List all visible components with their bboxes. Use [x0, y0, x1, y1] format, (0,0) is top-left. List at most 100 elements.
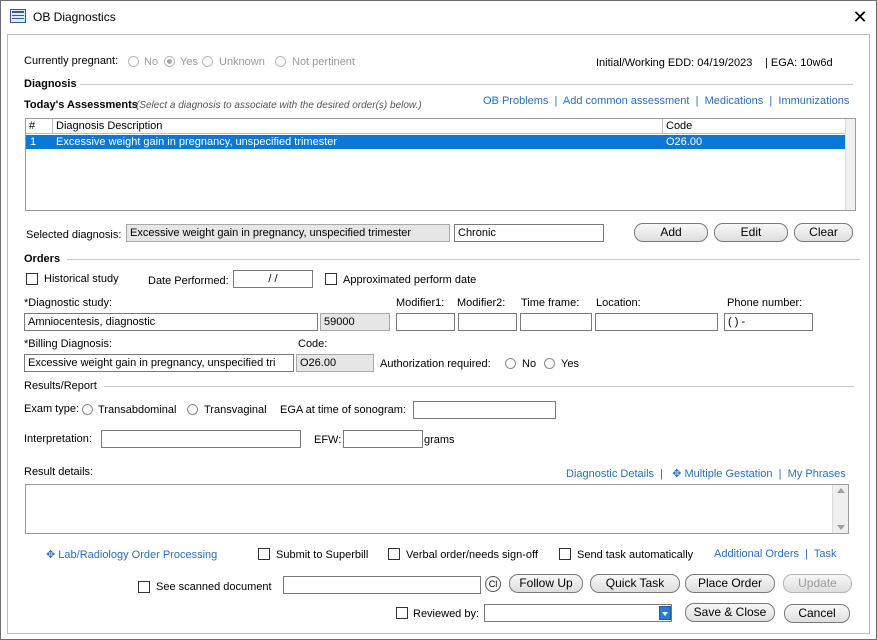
place-order-button[interactable]: Place Order: [685, 574, 775, 593]
results-divider: [104, 386, 854, 387]
verbal-order-label: Verbal order/needs sign-off: [406, 549, 538, 561]
time-frame-field[interactable]: [520, 313, 592, 331]
phone-number-field[interactable]: ( ) -: [724, 313, 813, 331]
time-frame-label: Time frame:: [521, 297, 580, 309]
row-description: Excessive weight gain in pregnancy, unsp…: [56, 136, 338, 148]
close-icon[interactable]: ✕: [848, 6, 872, 28]
auth-yes-radio[interactable]: [544, 358, 555, 369]
reviewed-by-dropdown[interactable]: [484, 604, 672, 622]
location-field[interactable]: [595, 313, 718, 331]
table-scrollbar[interactable]: [845, 119, 855, 210]
footer-links: Additional Orders | Task: [714, 548, 837, 560]
result-details-textarea[interactable]: [25, 484, 849, 534]
orders-divider: [67, 259, 860, 260]
save-close-button[interactable]: Save & Close: [685, 603, 775, 622]
historical-study-label: Historical study: [44, 273, 119, 285]
my-phrases-link[interactable]: My Phrases: [788, 468, 846, 480]
pregnant-unknown-radio[interactable]: [202, 56, 213, 67]
auth-no-label: No: [522, 358, 537, 370]
additional-orders-link[interactable]: Additional Orders: [714, 548, 799, 560]
col-header-number[interactable]: #: [26, 119, 53, 134]
cpt-code-field: 59000: [320, 313, 390, 331]
diagnostic-study-field[interactable]: Amniocentesis, diagnostic: [24, 313, 318, 331]
transabdominal-radio[interactable]: [82, 404, 93, 415]
content-frame: Currently pregnant: No Yes Unknown Not p…: [7, 34, 870, 634]
lab-radiology-link[interactable]: Lab/Radiology Order Processing: [58, 549, 217, 561]
row-number: 1: [30, 136, 37, 148]
clear-button[interactable]: Clear: [794, 223, 853, 242]
scroll-up-icon[interactable]: [837, 488, 845, 493]
cancel-button[interactable]: Cancel: [784, 604, 850, 623]
efw-label: EFW:: [314, 434, 342, 446]
modifier2-field[interactable]: [458, 313, 517, 331]
add-button[interactable]: Add: [634, 223, 708, 242]
immunizations-link[interactable]: Immunizations: [778, 95, 849, 107]
ob-problems-link[interactable]: OB Problems: [483, 95, 548, 107]
diagnostic-details-link[interactable]: Diagnostic Details: [566, 468, 654, 480]
pregnant-unknown-label: Unknown: [219, 56, 265, 68]
modifier1-field[interactable]: [396, 313, 455, 331]
result-details-label: Result details:: [24, 466, 94, 478]
pregnant-not-pertinent-radio[interactable]: [275, 56, 286, 67]
reviewed-by-label: Reviewed by:: [413, 608, 480, 620]
update-button[interactable]: Update: [783, 574, 852, 593]
billing-diagnosis-label: *Billing Diagnosis:: [24, 338, 113, 350]
window-icon: [10, 9, 26, 23]
medications-link[interactable]: Medications: [705, 95, 764, 107]
window-title: OB Diagnostics: [33, 10, 116, 24]
transabdominal-label: Transabdominal: [98, 404, 177, 416]
authorization-label: Authorization required:: [380, 358, 491, 370]
submit-superbill-checkbox[interactable]: [258, 548, 270, 560]
scanned-document-field[interactable]: [283, 576, 481, 594]
result-links: Diagnostic Details | ✥ Multiple Gestatio…: [566, 468, 846, 480]
pregnant-no-radio[interactable]: [128, 56, 139, 67]
historical-study-checkbox[interactable]: [26, 273, 38, 285]
approx-date-label: Approximated perform date: [343, 274, 477, 286]
dialog-window: OB Diagnostics ✕ Currently pregnant: No …: [0, 0, 877, 640]
modifier1-label: Modifier1:: [396, 297, 445, 309]
pregnant-no-label: No: [144, 56, 159, 68]
efw-field[interactable]: [343, 430, 423, 448]
table-row[interactable]: 1 Excessive weight gain in pregnancy, un…: [26, 135, 846, 149]
see-scanned-checkbox[interactable]: [138, 581, 150, 593]
transvaginal-radio[interactable]: [187, 404, 198, 415]
multiple-gestation-link[interactable]: Multiple Gestation: [684, 468, 772, 480]
cl-icon[interactable]: Cl: [485, 576, 501, 592]
diagnosis-section-title: Diagnosis: [24, 78, 77, 90]
auth-no-radio[interactable]: [505, 358, 516, 369]
edit-button[interactable]: Edit: [714, 223, 788, 242]
col-header-code[interactable]: Code: [663, 119, 846, 134]
result-details-scrollbar[interactable]: [832, 485, 848, 533]
multiple-gestation-icon: ✥: [672, 468, 682, 480]
pregnant-not-pertinent-label: Not pertinent: [292, 56, 355, 68]
pregnant-yes-radio[interactable]: [164, 56, 175, 67]
lab-radiology-icon: ✥: [46, 549, 56, 561]
date-performed-field[interactable]: / /: [233, 270, 313, 288]
follow-up-button[interactable]: Follow Up: [509, 574, 583, 593]
table-header: # Diagnosis Description Code: [26, 119, 855, 134]
scroll-down-icon[interactable]: [837, 525, 845, 530]
reviewed-by-checkbox[interactable]: [396, 607, 408, 619]
chronic-field[interactable]: Chronic: [454, 224, 604, 242]
billing-diagnosis-field[interactable]: Excessive weight gain in pregnancy, unsp…: [24, 354, 294, 372]
pregnant-label: Currently pregnant:: [24, 55, 119, 67]
verbal-order-checkbox[interactable]: [388, 548, 400, 560]
col-header-description[interactable]: Diagnosis Description: [53, 119, 663, 134]
interpretation-field[interactable]: [101, 430, 301, 448]
assessments-title: Today's Assessments: [24, 99, 138, 111]
transvaginal-label: Transvaginal: [204, 404, 267, 416]
results-section-title: Results/Report: [24, 380, 97, 392]
add-common-assessment-link[interactable]: Add common assessment: [563, 95, 690, 107]
approx-date-checkbox[interactable]: [325, 273, 337, 285]
send-task-checkbox[interactable]: [559, 548, 571, 560]
chevron-down-icon[interactable]: [659, 606, 671, 620]
title-bar: OB Diagnostics ✕: [1, 1, 876, 33]
task-link[interactable]: Task: [814, 548, 837, 560]
code-label: Code:: [298, 338, 328, 350]
ega-sonogram-field[interactable]: [413, 401, 556, 419]
auth-yes-label: Yes: [561, 358, 579, 370]
edd-text: Initial/Working EDD: 04/19/2023: [596, 57, 753, 69]
location-label: Location:: [596, 297, 641, 309]
quick-task-button[interactable]: Quick Task: [590, 574, 680, 593]
date-performed-label: Date Performed:: [148, 275, 229, 287]
